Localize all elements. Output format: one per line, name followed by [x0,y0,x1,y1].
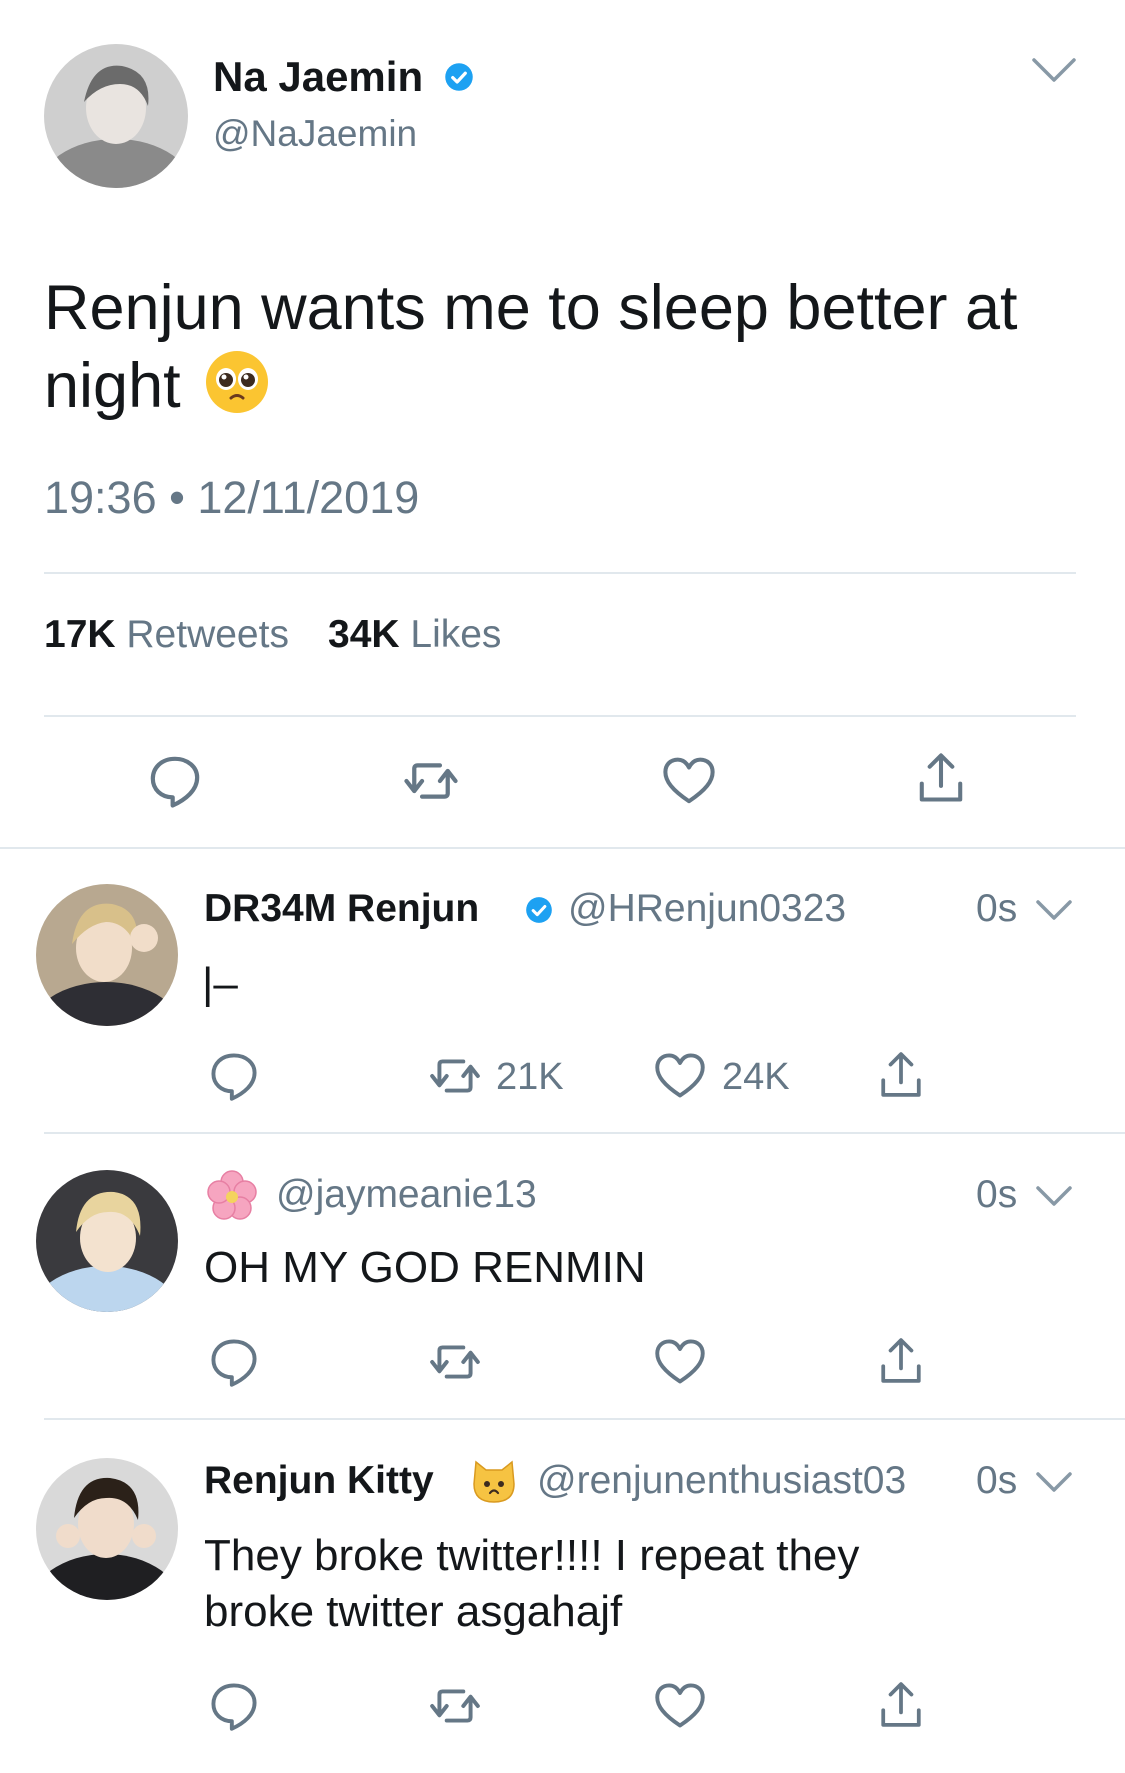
like-count: 24K [722,1056,790,1098]
chevron-down-icon[interactable] [1030,52,1078,86]
reply-text: |– [202,959,238,1008]
like-icon[interactable] [654,1682,706,1730]
reply-icon[interactable] [208,1680,260,1732]
avatar[interactable] [36,884,178,1026]
reply-icon[interactable] [147,753,203,809]
retweet-icon[interactable] [428,1050,482,1102]
divider [44,715,1076,717]
retweets-count: 17K [44,613,116,656]
reply-author-handle[interactable]: @jaymeanie13 [276,1172,537,1218]
reply-author-handle[interactable]: @HRenjun0323 [568,886,846,932]
retweets-label: Retweets [126,613,289,656]
reply-time[interactable]: 0s [976,886,1017,932]
section-divider [0,847,1125,849]
retweet-icon[interactable] [402,753,460,809]
likes-stat[interactable]: 34K Likes [328,612,501,658]
like-icon[interactable] [654,1052,706,1100]
reply-text-line-1: They broke twitter!!!! I repeat they [204,1531,860,1580]
cat-face-emoji [470,1458,518,1506]
reply-time[interactable]: 0s [976,1172,1017,1218]
divider [44,1132,1125,1134]
reply-time[interactable]: 0s [976,1458,1017,1504]
share-icon[interactable] [878,1336,924,1386]
tweet-timestamp[interactable]: 19:36 • 12/11/2019 [44,472,419,524]
author-name[interactable]: Na Jaemin [213,52,423,102]
reply-author-handle[interactable]: @renjunenthusiast03 [537,1458,906,1504]
retweet-count: 21K [496,1056,564,1098]
retweets-stat[interactable]: 17K Retweets [44,612,289,658]
share-icon[interactable] [878,1680,924,1730]
verified-badge-icon [444,62,474,92]
share-icon[interactable] [878,1050,924,1100]
retweet-icon[interactable] [428,1680,482,1732]
retweet-icon[interactable] [428,1336,482,1388]
verified-badge-icon [525,896,553,924]
reply-text: OH MY GOD RENMIN [204,1243,646,1292]
reply-icon[interactable] [208,1336,260,1388]
pleading-face-emoji [204,349,270,415]
likes-label: Likes [410,613,502,656]
avatar[interactable] [36,1458,178,1600]
divider [44,572,1076,574]
chevron-down-icon[interactable] [1034,1468,1074,1496]
chevron-down-icon[interactable] [1034,1182,1074,1210]
reply-author-name[interactable]: Renjun Kitty [204,1458,434,1504]
reply-author-name[interactable]: DR34M Renjun [204,886,479,932]
divider [44,1418,1125,1420]
likes-count: 34K [328,613,400,656]
avatar[interactable] [44,44,188,188]
like-icon[interactable] [662,755,716,807]
like-icon[interactable] [654,1338,706,1386]
reply-icon[interactable] [208,1050,260,1102]
share-icon[interactable] [916,752,966,804]
chevron-down-icon[interactable] [1034,896,1074,924]
tweet-text-line-1: Renjun wants me to sleep better at [44,273,1018,343]
tweet-text-line-2: night [44,351,181,421]
reply-text-line-2: broke twitter asgahajf [204,1587,623,1636]
avatar[interactable] [36,1170,178,1312]
cherry-blossom-emoji [206,1170,258,1222]
author-handle[interactable]: @NaJaemin [213,112,417,156]
